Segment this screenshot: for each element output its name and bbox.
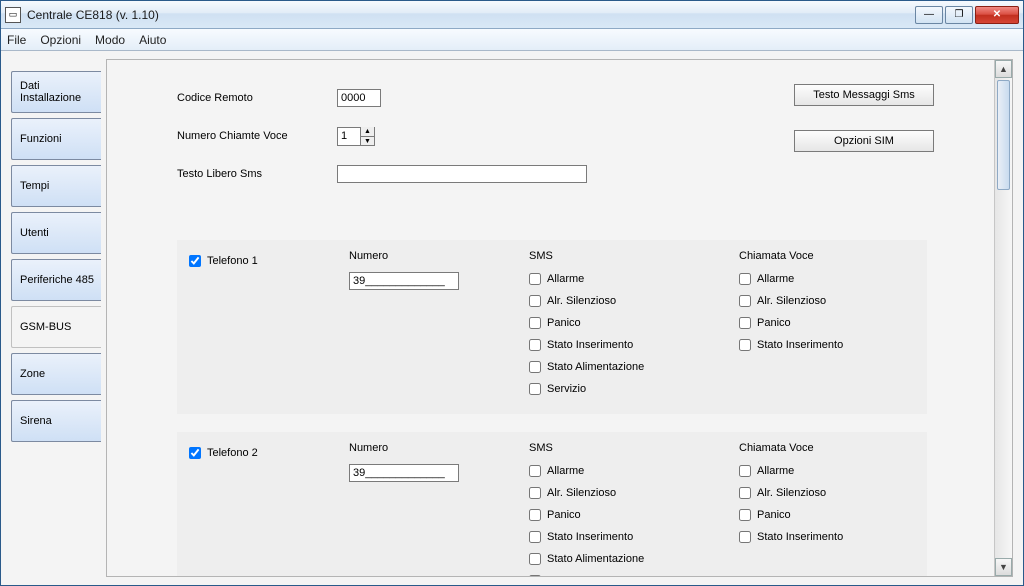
chk-voce1-panico[interactable]: Panico (739, 312, 919, 334)
sidebar-dati-installazione[interactable]: Dati Installazione (11, 71, 101, 113)
chk-sms2-servizio[interactable]: Servizio (529, 570, 729, 576)
chk-sms2-allarme[interactable]: Allarme (529, 460, 729, 482)
label-codice-remoto: Codice Remoto (177, 92, 337, 104)
label-telefono-1: Telefono 1 (207, 255, 258, 267)
content: Codice Remoto Numero Chiamte Voce ▲ ▼ (107, 60, 994, 576)
btn-opzioni-sim[interactable]: Opzioni SIM (794, 130, 934, 152)
chk-telefono-1[interactable]: Telefono 1 (189, 250, 339, 272)
spinner-value[interactable] (338, 128, 360, 145)
app-icon: ▭ (5, 7, 21, 23)
sidebar-gsm-bus[interactable]: GSM-BUS (11, 306, 101, 348)
scroll-down-icon[interactable]: ▼ (995, 558, 1012, 576)
chk-voce1-silenzioso[interactable]: Alr. Silenzioso (739, 290, 919, 312)
chk-sms2-panico[interactable]: Panico (529, 504, 729, 526)
chk-voce2-allarme[interactable]: Allarme (739, 460, 919, 482)
menu-modo[interactable]: Modo (95, 33, 125, 47)
chk-sms1-servizio[interactable]: Servizio (529, 378, 729, 400)
menu-opzioni[interactable]: Opzioni (40, 33, 81, 47)
label-testo-libero: Testo Libero Sms (177, 168, 337, 180)
spinner-up-icon[interactable]: ▲ (360, 127, 374, 136)
menu-aiuto[interactable]: Aiuto (139, 33, 166, 47)
window-buttons: — ❐ ✕ (915, 6, 1019, 24)
chk-sms1-silenzioso[interactable]: Alr. Silenzioso (529, 290, 729, 312)
content-frame: Codice Remoto Numero Chiamte Voce ▲ ▼ (106, 59, 1013, 577)
vertical-scrollbar[interactable]: ▲ ▼ (994, 60, 1012, 576)
chk-voce2-panico[interactable]: Panico (739, 504, 919, 526)
menubar: File Opzioni Modo Aiuto (1, 29, 1023, 51)
minimize-button[interactable]: — (915, 6, 943, 24)
sidebar-periferiche-485[interactable]: Periferiche 485 (11, 259, 101, 301)
spinner-num-chiamate[interactable]: ▲ ▼ (337, 127, 375, 146)
hdr-voce-1: Chiamata Voce (739, 250, 919, 262)
chk-voce2-silenzioso[interactable]: Alr. Silenzioso (739, 482, 919, 504)
chk-sms1-panico[interactable]: Panico (529, 312, 729, 334)
chk-voce1-allarme[interactable]: Allarme (739, 268, 919, 290)
window-title: Centrale CE818 (v. 1.10) (27, 8, 915, 22)
sidebar-funzioni[interactable]: Funzioni (11, 118, 101, 160)
chk-voce1-stato-inserimento[interactable]: Stato Inserimento (739, 334, 919, 356)
chk-sms1-allarme[interactable]: Allarme (529, 268, 729, 290)
input-numero-2[interactable] (349, 464, 459, 482)
close-button[interactable]: ✕ (975, 6, 1019, 24)
hdr-sms-2: SMS (529, 442, 729, 454)
chk-sms2-silenzioso[interactable]: Alr. Silenzioso (529, 482, 729, 504)
phone-block-2: Telefono 2 Numero SMS Allarme Alr. Silen… (177, 432, 927, 576)
menu-file[interactable]: File (7, 33, 26, 47)
spinner-down-icon[interactable]: ▼ (360, 136, 374, 145)
btn-testo-messaggi-sms[interactable]: Testo Messaggi Sms (794, 84, 934, 106)
sidebar-tempi[interactable]: Tempi (11, 165, 101, 207)
chk-telefono-1-box[interactable] (189, 255, 201, 267)
hdr-numero-1: Numero (349, 250, 519, 262)
hdr-sms-1: SMS (529, 250, 729, 262)
hdr-voce-2: Chiamata Voce (739, 442, 919, 454)
chk-telefono-2[interactable]: Telefono 2 (189, 442, 339, 464)
scroll-track[interactable] (995, 78, 1012, 558)
chk-sms1-stato-inserimento[interactable]: Stato Inserimento (529, 334, 729, 356)
input-numero-1[interactable] (349, 272, 459, 290)
sidebar-sirena[interactable]: Sirena (11, 400, 101, 442)
label-telefono-2: Telefono 2 (207, 447, 258, 459)
right-button-group: Testo Messaggi Sms Opzioni SIM (794, 84, 934, 152)
input-testo-libero[interactable] (337, 165, 587, 183)
input-codice-remoto[interactable] (337, 89, 381, 107)
titlebar: ▭ Centrale CE818 (v. 1.10) — ❐ ✕ (1, 1, 1023, 29)
client-area: Dati Installazione Funzioni Tempi Utenti… (1, 51, 1023, 585)
sidebar-utenti[interactable]: Utenti (11, 212, 101, 254)
hdr-numero-2: Numero (349, 442, 519, 454)
sidebar-zone[interactable]: Zone (11, 353, 101, 395)
chk-telefono-2-box[interactable] (189, 447, 201, 459)
phone-block-1: Telefono 1 Numero SMS Allarme Alr. Silen… (177, 240, 927, 414)
maximize-button[interactable]: ❐ (945, 6, 973, 24)
chk-sms2-stato-inserimento[interactable]: Stato Inserimento (529, 526, 729, 548)
scroll-up-icon[interactable]: ▲ (995, 60, 1012, 78)
row-testo-libero: Testo Libero Sms (177, 160, 964, 188)
sidebar: Dati Installazione Funzioni Tempi Utenti… (1, 51, 106, 585)
chk-voce2-stato-inserimento[interactable]: Stato Inserimento (739, 526, 919, 548)
label-num-chiamate: Numero Chiamte Voce (177, 130, 337, 142)
scroll-thumb[interactable] (997, 80, 1010, 190)
chk-sms2-stato-alimentazione[interactable]: Stato Alimentazione (529, 548, 729, 570)
app-window: ▭ Centrale CE818 (v. 1.10) — ❐ ✕ File Op… (0, 0, 1024, 586)
chk-sms1-stato-alimentazione[interactable]: Stato Alimentazione (529, 356, 729, 378)
